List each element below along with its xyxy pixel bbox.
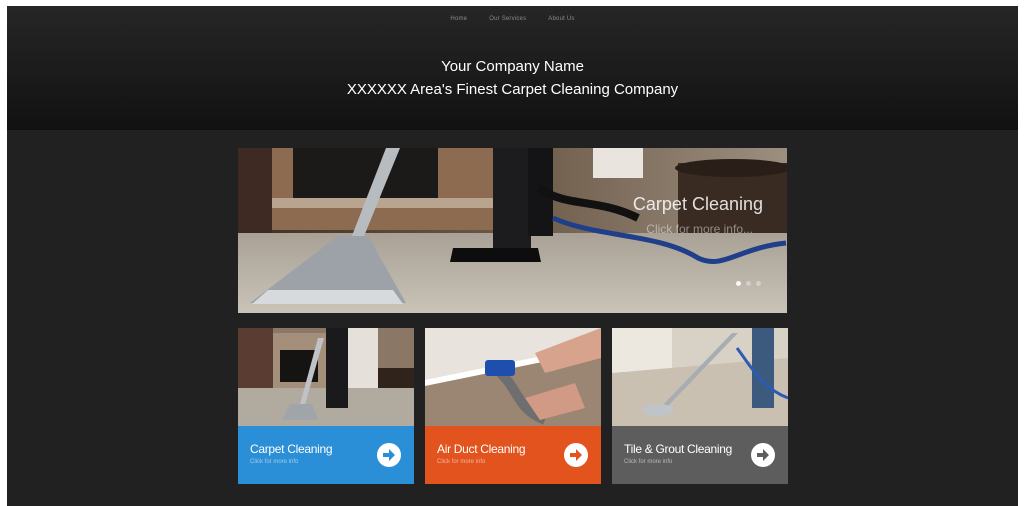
card-subtitle: Click for more info [437,459,486,465]
site-header: Home Our Services About Us Your Company … [7,6,1018,130]
card-title: Air Duct Cleaning [437,442,526,456]
hero-slider[interactable]: Carpet Cleaning Click for more info... [238,148,787,313]
service-card-tile-grout-cleaning[interactable]: Tile & Grout Cleaning Click for more inf… [612,328,788,484]
slider-dot-3[interactable] [756,281,761,286]
tile-grout-cleaning-band: Tile & Grout Cleaning Click for more inf… [612,426,788,484]
top-nav: Home Our Services About Us [7,16,1018,22]
slider-dots [736,281,761,286]
card-title: Carpet Cleaning [250,442,333,456]
slider-dot-2[interactable] [746,281,751,286]
nav-our-services-link[interactable]: Our Services [489,16,526,22]
carpet-cleaning-photo [238,328,414,426]
arrow-right-circle-icon[interactable] [564,443,588,467]
arrow-right-circle-icon[interactable] [377,443,401,467]
carpet-cleaning-band: Carpet Cleaning Click for more info [238,426,414,484]
air-duct-cleaning-photo [425,328,601,426]
company-name: Your Company Name [441,58,584,75]
tile-grout-cleaning-photo [612,328,788,426]
company-tagline: XXXXXX Area's Finest Carpet Cleaning Com… [346,81,679,98]
card-title: Tile & Grout Cleaning [624,442,732,456]
nav-about-us-link[interactable]: About Us [548,16,574,22]
nav-home-link[interactable]: Home [450,16,467,22]
hero-subtitle: Click for more info... [646,222,753,236]
card-subtitle: Click for more info [250,459,299,465]
air-duct-cleaning-band: Air Duct Cleaning Click for more info [425,426,601,484]
card-subtitle: Click for more info [624,459,673,465]
arrow-right-circle-icon[interactable] [751,443,775,467]
service-card-air-duct-cleaning[interactable]: Air Duct Cleaning Click for more info [425,328,601,484]
hero-title: Carpet Cleaning [632,194,763,214]
slider-dot-1[interactable] [736,281,741,286]
service-card-carpet-cleaning[interactable]: Carpet Cleaning Click for more info [238,328,414,484]
